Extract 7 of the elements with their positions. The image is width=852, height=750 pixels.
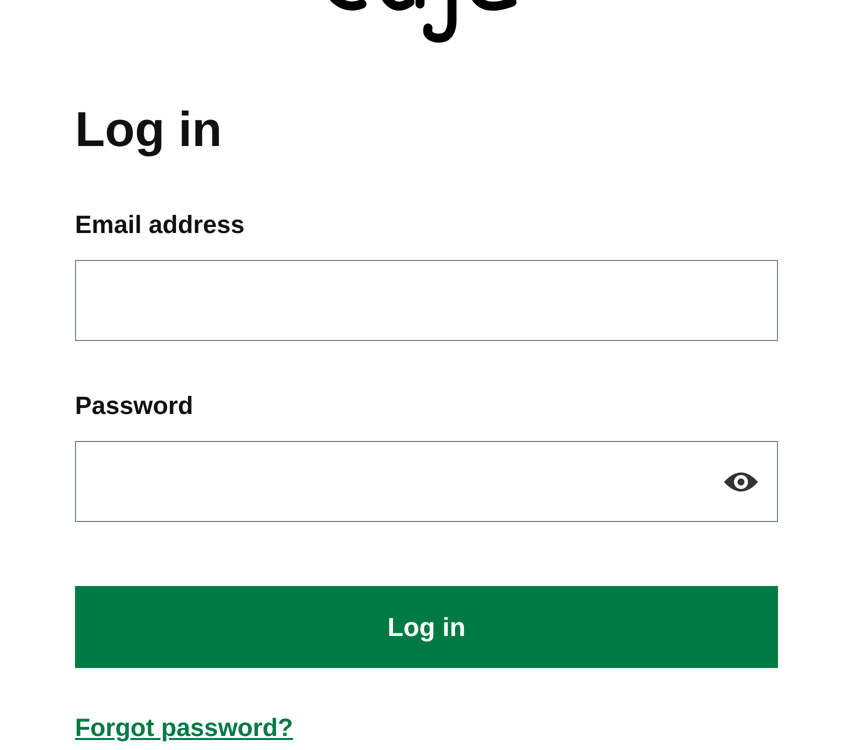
- page-title: Log in: [75, 102, 223, 159]
- password-field[interactable]: [75, 441, 778, 522]
- field-label: Password: [75, 391, 194, 421]
- email-field[interactable]: [75, 260, 778, 341]
- login-button[interactable]: Log in: [75, 586, 778, 668]
- forgot-password-link[interactable]: Forgot password?: [75, 714, 294, 743]
- field-label: Email address: [75, 210, 245, 240]
